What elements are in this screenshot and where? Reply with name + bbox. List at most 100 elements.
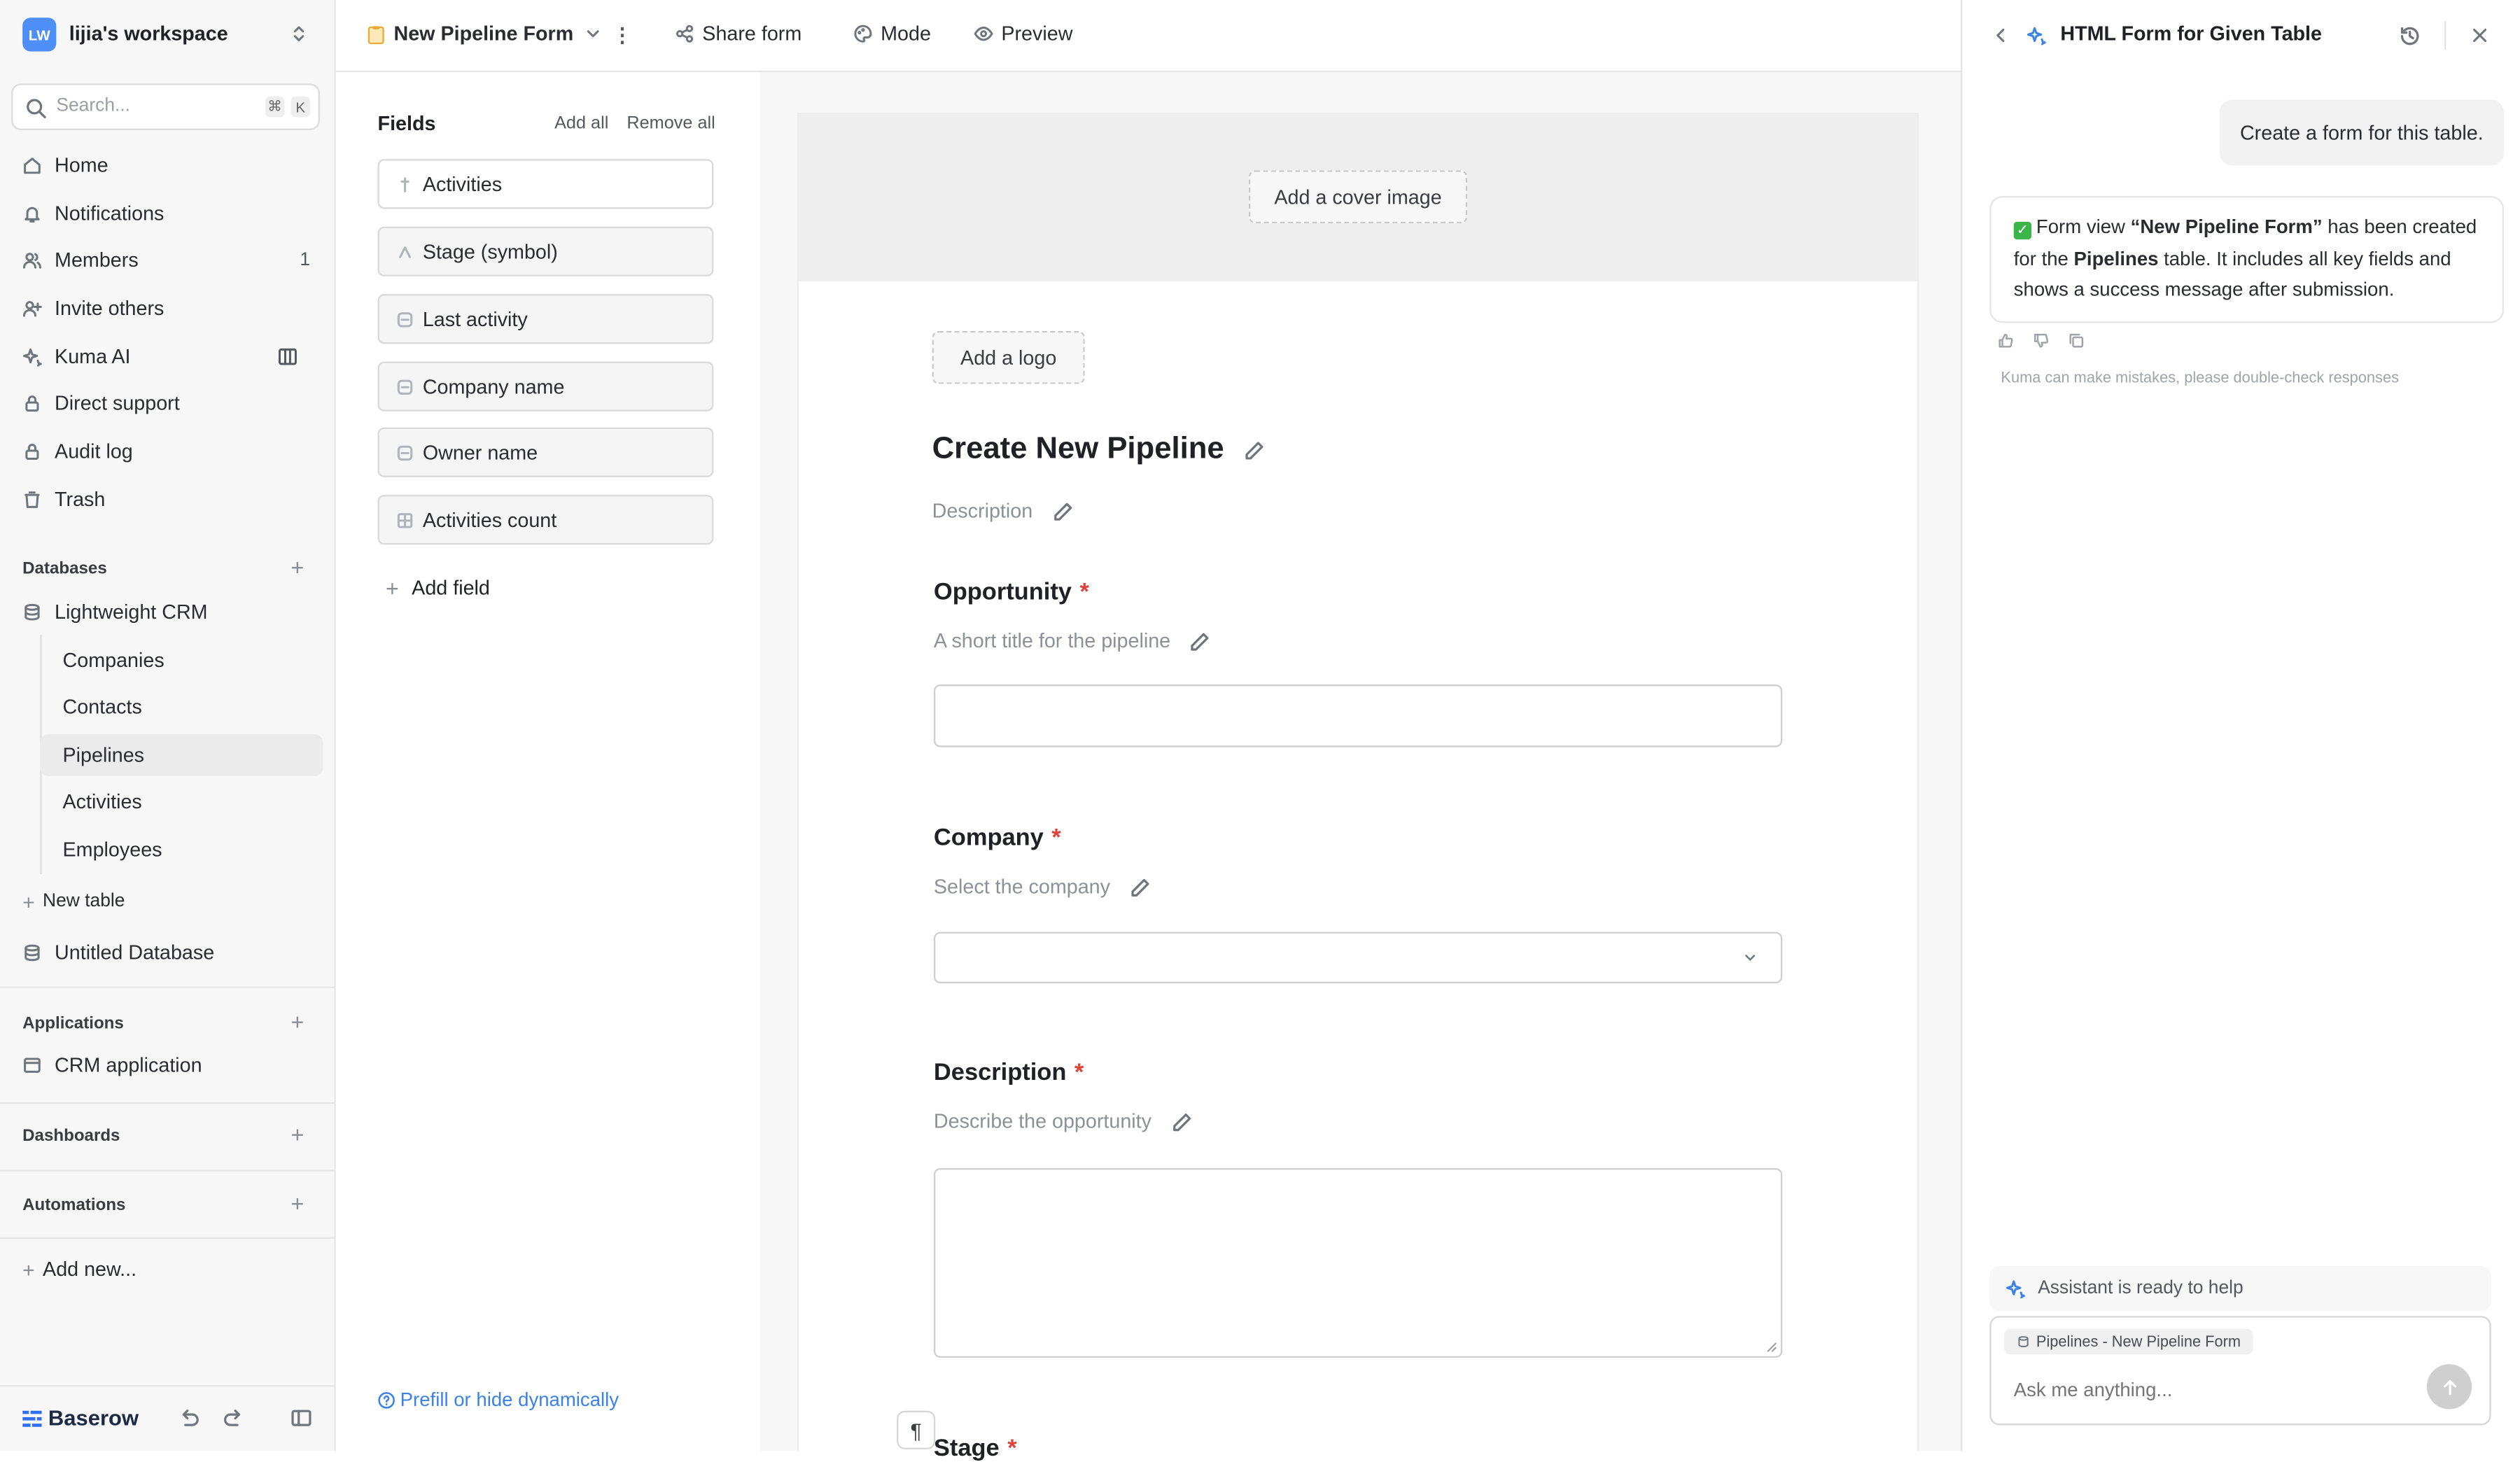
pencil-icon[interactable] <box>1190 631 1211 652</box>
panel-toggle-icon[interactable] <box>278 347 298 367</box>
add-new-button[interactable]: + Add new... <box>22 1252 321 1288</box>
automations-heading: Automations <box>22 1195 126 1215</box>
more-options-icon[interactable]: ⋮ <box>612 22 633 46</box>
chevron-down-icon <box>1745 955 1756 961</box>
search-input[interactable]: Search... ⌘ K <box>11 83 320 130</box>
add-dashboard-icon[interactable]: + <box>291 1122 304 1148</box>
question-company-title: Company * <box>934 824 1061 852</box>
shortcut-mod: ⌘ <box>265 96 285 118</box>
opportunity-input[interactable] <box>933 684 1783 747</box>
field-label: Activities count <box>422 508 557 531</box>
baserow-logo[interactable]: Baserow <box>22 1406 139 1430</box>
divider <box>2444 20 2446 50</box>
bell-icon <box>24 206 40 223</box>
form-description-row[interactable]: Description <box>932 500 1073 522</box>
workspace-badge[interactable]: LW <box>22 17 57 52</box>
field-owner-name[interactable]: Owner name <box>377 427 714 477</box>
pencil-icon[interactable] <box>1243 440 1264 461</box>
back-icon[interactable] <box>1991 26 2011 45</box>
help-icon <box>378 1391 395 1408</box>
members-icon <box>22 253 41 269</box>
context-chip[interactable]: Pipelines - New Pipeline Form <box>2003 1328 2254 1355</box>
search-placeholder: Search... <box>56 96 131 116</box>
send-button[interactable] <box>2426 1364 2472 1410</box>
description-textarea[interactable] <box>933 1168 1783 1358</box>
table-contacts[interactable]: Contacts <box>40 686 323 728</box>
redo-icon[interactable] <box>223 1407 244 1428</box>
chat-input-box[interactable]: Pipelines - New Pipeline Form <box>1989 1316 2491 1426</box>
nav-kuma-ai[interactable]: Kuma AI <box>22 339 321 374</box>
ready-text: Assistant is ready to help <box>2038 1279 2244 1299</box>
application-crm[interactable]: CRM application <box>22 1048 321 1083</box>
workspace-name[interactable]: lijia's workspace <box>69 22 228 45</box>
paragraph-icon[interactable]: ¶ <box>897 1410 936 1449</box>
database-lightweight-crm[interactable]: Lightweight CRM <box>22 594 321 630</box>
thumbs-up-icon[interactable] <box>1998 332 2014 349</box>
pencil-icon[interactable] <box>1171 1111 1192 1132</box>
resize-handle-icon[interactable] <box>1766 1342 1777 1353</box>
field-company-name[interactable]: Company name <box>377 361 714 412</box>
members-count: 1 <box>300 251 311 270</box>
plus-icon: + <box>22 1257 35 1281</box>
baserow-logo-icon <box>22 1410 42 1426</box>
mode-label: Mode <box>881 22 931 45</box>
lookup-icon <box>397 444 413 460</box>
company-select[interactable] <box>933 932 1783 984</box>
field-activities[interactable]: Activities <box>377 159 714 209</box>
divider <box>0 1169 335 1172</box>
share-form-button[interactable]: Share form <box>675 22 802 45</box>
table-companies[interactable]: Companies <box>40 640 323 682</box>
chat-input[interactable] <box>2010 1377 2403 1403</box>
form-title-row[interactable]: Create New Pipeline <box>932 433 1264 468</box>
field-activities-count[interactable]: Activities count <box>377 495 714 545</box>
question-label: Opportunity <box>933 578 1072 606</box>
history-icon[interactable] <box>2400 26 2421 47</box>
database-icon <box>2018 1336 2029 1347</box>
field-stage-symbol[interactable]: Stage (symbol) <box>377 226 714 276</box>
nav-audit-log[interactable]: Audit log <box>22 434 321 470</box>
undo-icon[interactable] <box>178 1407 200 1428</box>
preview-button[interactable]: Preview <box>974 22 1072 45</box>
pencil-icon[interactable] <box>1130 876 1151 897</box>
new-table-button[interactable]: + New table <box>22 884 321 920</box>
question-opportunity-description[interactable]: A short title for the pipeline <box>934 630 1211 652</box>
collapse-sidebar-icon[interactable] <box>291 1407 312 1428</box>
pencil-icon[interactable] <box>1052 500 1073 521</box>
lookup-icon <box>397 379 413 394</box>
field-last-activity[interactable]: Last activity <box>377 294 714 344</box>
nav-direct-support[interactable]: Direct support <box>22 386 321 421</box>
database-untitled[interactable]: Untitled Database <box>22 935 321 971</box>
thumbs-down-icon[interactable] <box>2033 332 2049 349</box>
workspace-switcher-icon[interactable] <box>289 24 309 43</box>
mode-button[interactable]: Mode <box>853 22 931 45</box>
table-employees[interactable]: Employees <box>40 829 323 871</box>
form-name-dropdown[interactable]: New Pipeline Form <box>366 22 610 45</box>
required-marker: * <box>1079 578 1089 606</box>
question-company-description[interactable]: Select the company <box>934 876 1150 898</box>
assistant-message: ✓ Form view “New Pipeline Form” has been … <box>1989 196 2505 323</box>
form-description: Description <box>932 500 1033 523</box>
nav-home[interactable]: Home <box>22 148 321 183</box>
prefill-link[interactable]: Prefill or hide dynamically <box>378 1389 619 1411</box>
question-description-description[interactable]: Describe the opportunity <box>934 1110 1192 1133</box>
nav-invite-others[interactable]: Invite others <box>22 291 321 327</box>
add-all-link[interactable]: Add all <box>554 114 608 134</box>
plus-icon: + <box>386 575 399 601</box>
nav-trash[interactable]: Trash <box>22 482 321 518</box>
nav-notifications[interactable]: Notifications <box>22 196 321 232</box>
add-cover-image-button[interactable]: Add a cover image <box>1248 170 1468 224</box>
application-label: CRM application <box>55 1054 202 1077</box>
add-logo-button[interactable]: Add a logo <box>932 330 1085 384</box>
copy-icon[interactable] <box>2068 332 2085 349</box>
add-field-button[interactable]: + Add field <box>386 575 490 601</box>
close-icon[interactable] <box>2470 26 2490 45</box>
remove-all-link[interactable]: Remove all <box>626 114 715 134</box>
add-application-icon[interactable]: + <box>291 1009 304 1035</box>
table-pipelines[interactable]: Pipelines <box>40 734 323 776</box>
nav-members[interactable]: Members 1 <box>22 243 321 279</box>
assistant-title: HTML Form for Given Table <box>2060 22 2323 45</box>
table-activities[interactable]: Activities <box>40 781 323 823</box>
disclaimer: Kuma can make mistakes, please double-ch… <box>2001 370 2399 388</box>
add-database-icon[interactable]: + <box>291 554 304 580</box>
add-automation-icon[interactable]: + <box>291 1190 304 1216</box>
